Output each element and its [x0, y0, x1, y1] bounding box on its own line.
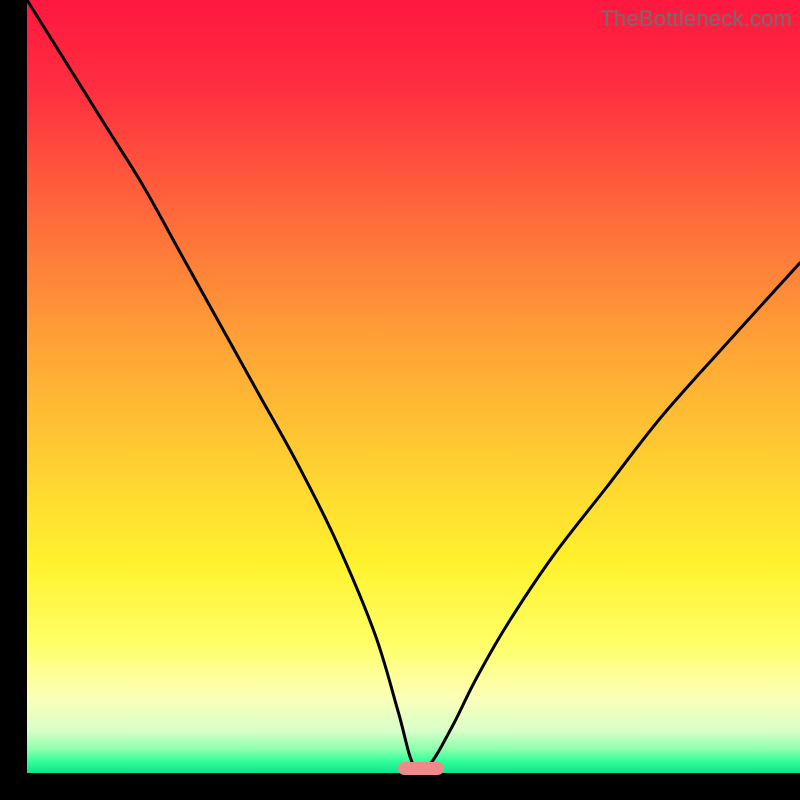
watermark-text: TheBottleneck.com [600, 6, 792, 32]
bottleneck-chart [27, 0, 800, 773]
chart-frame: TheBottleneck.com [27, 0, 800, 773]
gradient-background [27, 0, 800, 773]
optimal-marker [398, 762, 444, 774]
